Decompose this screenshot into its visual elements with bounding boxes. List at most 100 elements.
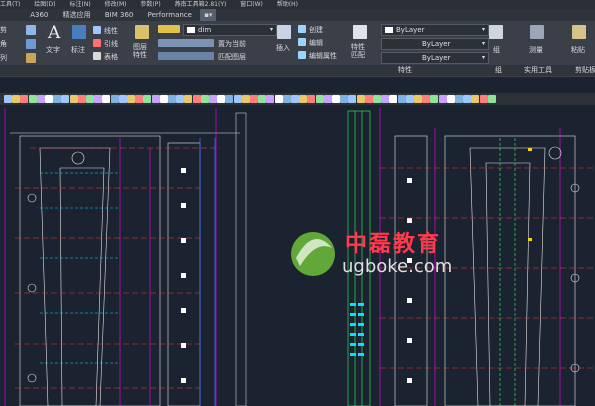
toolbar-button[interactable]	[217, 95, 226, 103]
panel-properties-title[interactable]: 特性	[398, 65, 412, 76]
group-label[interactable]: 组	[493, 45, 500, 55]
tab-bim360[interactable]: BIM 360	[99, 9, 140, 21]
toolbar-button[interactable]	[250, 95, 258, 103]
toolbar-button[interactable]	[53, 95, 62, 103]
drawing-canvas[interactable]	[0, 108, 595, 406]
table-button[interactable]: 表格	[104, 52, 118, 62]
text-label[interactable]: 文字	[46, 45, 60, 55]
toolbar-button[interactable]	[233, 95, 242, 103]
layer-properties-label[interactable]: 图层 特性	[133, 43, 147, 59]
match-layer-button[interactable]: 匹配图层	[218, 52, 246, 62]
group-icon[interactable]	[489, 25, 503, 39]
lineweight-dropdown[interactable]: ByLayer ▾	[381, 52, 489, 64]
toolbar-button[interactable]	[340, 95, 349, 103]
set-current-button[interactable]: 置为当前	[218, 39, 246, 49]
tab-featured-apps[interactable]: 精选应用	[57, 9, 97, 21]
offset-icon[interactable]	[26, 53, 36, 63]
toolbar-button[interactable]	[471, 95, 480, 103]
toolbar-button[interactable]	[364, 95, 373, 103]
layer-tools-icons-2[interactable]	[158, 52, 214, 60]
toolbar-button[interactable]	[94, 95, 103, 103]
tab-more-icon[interactable]: ▪▾	[200, 9, 217, 21]
dimension-icon[interactable]	[72, 25, 86, 39]
toolbar-button[interactable]	[118, 95, 127, 103]
toolbar-button[interactable]	[86, 95, 94, 103]
toolbar-button[interactable]	[20, 95, 29, 103]
toolbar-button[interactable]	[356, 95, 365, 103]
layer-dropdown[interactable]: dim ▾	[183, 24, 277, 36]
panel-clipboard-title[interactable]: 剪贴板	[575, 65, 595, 76]
menu-item-parameter[interactable]: 参数(P)	[140, 0, 160, 9]
menu-item-dimension[interactable]: 标注(N)	[70, 0, 91, 9]
toolbar-button[interactable]	[143, 95, 152, 103]
edit-block-button[interactable]: 编辑	[309, 38, 323, 48]
scale-icon[interactable]	[26, 39, 36, 49]
menu-item-modify[interactable]: 修改(M)	[105, 0, 127, 9]
toolbar-button[interactable]	[266, 95, 275, 103]
text-icon[interactable]: A	[48, 23, 60, 43]
toolbar-button[interactable]	[323, 95, 332, 103]
menu-item-draw[interactable]: 绘图(D)	[34, 0, 55, 9]
toolbar-button[interactable]	[45, 95, 53, 103]
match-properties-icon[interactable]	[353, 25, 367, 39]
toolbar-button[interactable]	[36, 95, 45, 103]
toolbar-button[interactable]	[405, 95, 414, 103]
toolbar-button[interactable]	[332, 95, 340, 103]
toolbar-button[interactable]	[159, 95, 168, 103]
toolbar-button[interactable]	[463, 95, 472, 103]
toolbar-button[interactable]	[176, 95, 185, 103]
linear-dim-button[interactable]: 线性	[104, 26, 118, 36]
toolbar-button[interactable]	[110, 95, 119, 103]
toolbar-button[interactable]	[430, 95, 439, 103]
trim-label[interactable]: 剪	[0, 25, 7, 35]
paste-icon[interactable]	[572, 25, 586, 39]
toolbar-button[interactable]	[184, 95, 193, 103]
toolbar-button[interactable]	[28, 95, 37, 103]
array-label[interactable]: 列	[0, 53, 7, 63]
layer-state-icons[interactable]	[158, 25, 180, 33]
toolbar-button[interactable]	[241, 95, 250, 103]
toolbar-button[interactable]	[348, 95, 357, 103]
tab-a360[interactable]: A360	[24, 9, 54, 21]
layer-tools-icons[interactable]	[158, 39, 214, 47]
toolbar-button[interactable]	[487, 95, 496, 103]
toolbar-button[interactable]	[299, 95, 308, 103]
toolbar-button[interactable]	[69, 95, 78, 103]
modify-icon[interactable]	[26, 25, 36, 35]
toolbar-button[interactable]	[168, 95, 176, 103]
toolbar-button[interactable]	[200, 95, 209, 103]
menu-item-tools[interactable]: 工具(T)	[0, 0, 20, 9]
tab-performance[interactable]: Performance	[142, 9, 198, 21]
toolbar-button[interactable]	[446, 95, 455, 103]
toolbar-button[interactable]	[479, 95, 488, 103]
toolbar-button[interactable]	[77, 95, 86, 103]
toolbar-button[interactable]	[4, 95, 12, 103]
toolbar-button[interactable]	[373, 95, 381, 103]
toolbar-button[interactable]	[397, 95, 406, 103]
toolbar-button[interactable]	[209, 95, 217, 103]
dimension-label[interactable]: 标注	[71, 45, 85, 55]
menu-item-help[interactable]: 帮助(H)	[277, 0, 298, 9]
toolbar-button[interactable]	[274, 95, 283, 103]
panel-group-title[interactable]: 组	[495, 65, 502, 76]
toolbar-button[interactable]	[291, 95, 299, 103]
toolbar-button[interactable]	[282, 95, 291, 103]
toolbar-button[interactable]	[422, 95, 431, 103]
create-block-button[interactable]: 创建	[309, 25, 323, 35]
toolbar-button[interactable]	[455, 95, 463, 103]
panel-utilities-title[interactable]: 实用工具	[524, 65, 552, 76]
menu-item-toolbox[interactable]: 燕南工具箱2.81(Y)	[175, 0, 227, 9]
menu-item-window[interactable]: 窗口(W)	[240, 0, 263, 9]
toolbar-button[interactable]	[389, 95, 398, 103]
color-dropdown[interactable]: ByLayer ▾	[381, 24, 489, 36]
layer-properties-icon[interactable]	[135, 25, 149, 39]
toolbar-button[interactable]	[315, 95, 324, 103]
edit-attribute-button[interactable]: 编辑属性	[309, 51, 337, 61]
toolbar-button[interactable]	[102, 95, 111, 103]
measure-label[interactable]: 测量	[529, 45, 543, 55]
insert-block-icon[interactable]	[277, 25, 291, 39]
toolbar-button[interactable]	[151, 95, 160, 103]
toolbar-button[interactable]	[381, 95, 390, 103]
toolbar-button[interactable]	[12, 95, 21, 103]
toolbar-button[interactable]	[61, 95, 70, 103]
